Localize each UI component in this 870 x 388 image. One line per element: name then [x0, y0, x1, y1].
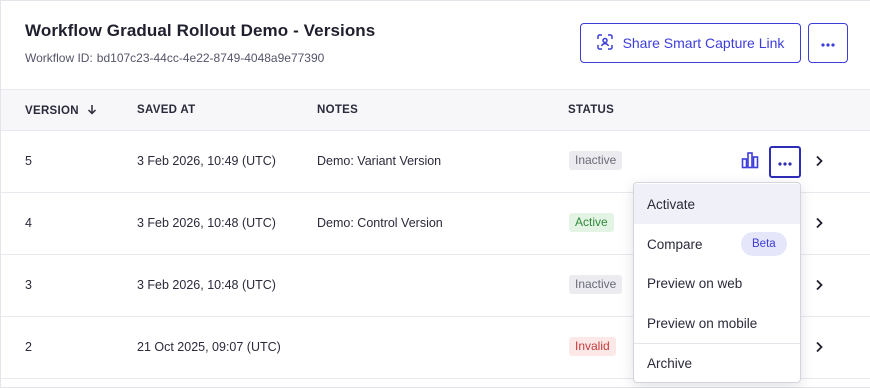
status-badge: Active	[569, 213, 614, 232]
column-header-version[interactable]: VERSION	[25, 104, 97, 118]
column-header-notes: NOTES	[317, 104, 359, 116]
notes-cell: Demo: Control Version	[317, 216, 443, 230]
column-header-status: STATUS	[568, 104, 615, 116]
beta-badge: Beta	[741, 232, 787, 256]
status-badge: Inactive	[569, 151, 623, 170]
version-cell: 5	[25, 154, 32, 168]
version-cell: 2	[25, 340, 32, 354]
workflow-id: Workflow ID: bd107c23-44cc-4e22-8749-4048…	[25, 51, 324, 65]
menu-item-label: Compare	[647, 236, 703, 252]
saved-at-cell: 3 Feb 2026, 10:49 (UTC)	[137, 154, 276, 168]
menu-item-label: Preview on mobile	[647, 315, 758, 331]
saved-at-cell: 3 Feb 2026, 10:48 (UTC)	[137, 278, 276, 292]
workflow-id-label: Workflow ID:	[25, 51, 93, 65]
menu-item-preview-mobile[interactable]: Preview on mobile	[634, 303, 800, 343]
qr-scan-icon	[596, 33, 613, 53]
more-options-button[interactable]	[808, 23, 848, 63]
column-header-saved-at: SAVED AT	[137, 104, 196, 116]
bar-chart-icon[interactable]	[740, 150, 760, 170]
chevron-right-icon[interactable]	[812, 277, 826, 293]
menu-item-preview-web[interactable]: Preview on web	[634, 263, 800, 303]
saved-at-cell: 21 Oct 2025, 09:07 (UTC)	[137, 340, 281, 354]
arrow-down-icon	[87, 104, 97, 118]
workflow-id-value: bd107c23-44cc-4e22-8749-4048a9e77390	[96, 51, 325, 65]
version-cell: 4	[25, 216, 32, 230]
chevron-right-icon[interactable]	[812, 153, 826, 169]
row-more-options-button[interactable]	[769, 146, 801, 178]
saved-at-cell: 3 Feb 2026, 10:48 (UTC)	[137, 216, 276, 230]
chevron-right-icon[interactable]	[812, 215, 826, 231]
row-actions-menu: Activate Compare Beta Preview on web Pre…	[633, 182, 801, 383]
table-header: VERSION SAVED AT NOTES STATUS	[1, 89, 870, 131]
version-cell: 3	[25, 278, 32, 292]
more-horizontal-icon	[778, 155, 792, 169]
share-smart-capture-link-button[interactable]: Share Smart Capture Link	[580, 23, 801, 63]
status-badge: Invalid	[569, 337, 616, 356]
page-title: Workflow Gradual Rollout Demo - Versions	[25, 21, 376, 40]
column-header-version-label: VERSION	[25, 105, 79, 117]
versions-card: Workflow Gradual Rollout Demo - Versions…	[0, 0, 870, 388]
menu-item-label: Activate	[647, 196, 696, 212]
page-header: Workflow Gradual Rollout Demo - Versions…	[1, 1, 870, 89]
menu-item-compare[interactable]: Compare Beta	[634, 224, 800, 264]
share-button-label: Share Smart Capture Link	[622, 35, 785, 51]
menu-item-label: Archive	[647, 355, 693, 371]
status-badge: Inactive	[569, 275, 623, 294]
notes-cell: Demo: Variant Version	[317, 154, 442, 168]
chevron-right-icon[interactable]	[812, 339, 826, 355]
more-horizontal-icon	[821, 34, 835, 52]
menu-item-label: Preview on web	[647, 275, 743, 291]
menu-item-activate[interactable]: Activate	[634, 184, 800, 224]
menu-item-archive[interactable]: Archive	[634, 343, 800, 383]
